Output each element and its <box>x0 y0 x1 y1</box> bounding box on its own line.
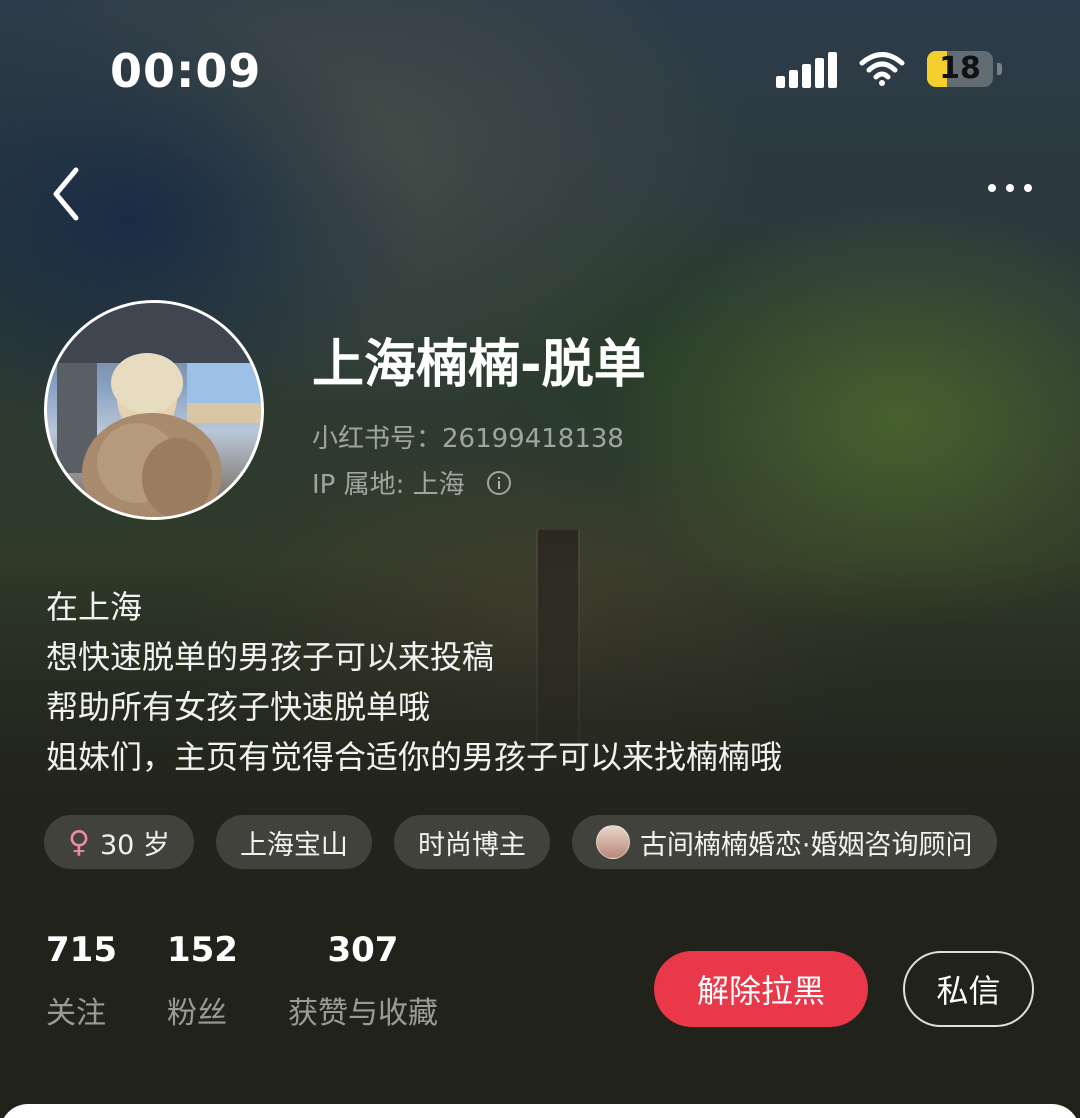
ip-location-text: IP 属地: 上海 <box>312 470 465 500</box>
content-sheet <box>0 1104 1080 1118</box>
stat-label: 获赞与收藏 <box>287 996 438 1031</box>
info-icon[interactable] <box>486 470 511 495</box>
ellipsis-dot <box>1024 184 1032 192</box>
nickname: 上海楠楠-脱单 <box>312 335 646 395</box>
signal-icon <box>776 50 837 88</box>
stat-followers[interactable]: 152 粉丝 <box>167 930 238 1032</box>
ip-location: IP 属地: 上海 <box>312 464 511 501</box>
stat-label: 粉丝 <box>166 996 227 1031</box>
stat-likes[interactable]: 307 获赞与收藏 <box>288 930 438 1032</box>
wifi-icon <box>859 52 905 86</box>
ellipsis-dot <box>1006 184 1014 192</box>
unblock-button[interactable]: 解除拉黑 <box>654 951 868 1027</box>
tag-label: 古间楠楠婚恋·婚姻咨询顾问 <box>639 829 973 861</box>
battery-level: 18 <box>939 51 981 86</box>
more-button[interactable] <box>988 184 1032 192</box>
avatar[interactable] <box>44 300 264 520</box>
message-button[interactable]: 私信 <box>903 951 1034 1027</box>
bio-line: 想快速脱单的男孩子可以来投稿 <box>46 638 495 676</box>
tag-label: 上海宝山 <box>239 829 348 861</box>
status-time: 00:09 <box>110 44 262 98</box>
avatar-image <box>47 303 261 517</box>
bio-line: 在上海 <box>46 588 143 626</box>
back-button[interactable] <box>46 164 90 224</box>
avatar <box>595 825 630 859</box>
tag-age[interactable]: ♀ 30 岁 <box>44 815 194 869</box>
stat-label: 关注 <box>46 996 106 1031</box>
stats: 715 关注 152 粉丝 307 获赞与收藏 <box>46 930 488 1032</box>
bio-line: 姐妹们，主页有觉得合适你的男孩子可以来找楠楠哦 <box>46 738 783 776</box>
tag-list: ♀ 30 岁 上海宝山 时尚博主 古间楠楠婚恋·婚姻咨询顾问 <box>44 815 997 869</box>
battery-nub <box>997 63 1002 75</box>
tag-occupation[interactable]: 时尚博主 <box>393 815 550 869</box>
chevron-left-icon <box>53 167 79 221</box>
user-id: 小红书号：26199418138 <box>312 418 624 455</box>
user-id-text: 小红书号：26199418138 <box>312 424 624 454</box>
battery-icon: 18 <box>927 51 993 87</box>
tag-label: 时尚博主 <box>417 829 526 861</box>
profile-screen: 00:09 18 上海楠楠-脱单 小红书号：26199418138 IP 属地:… <box>0 0 1080 1118</box>
status-icons: 18 <box>776 50 1002 88</box>
stat-value: 307 <box>327 930 399 970</box>
ellipsis-icon <box>988 184 996 192</box>
stat-following[interactable]: 715 关注 <box>46 930 117 1032</box>
tag-location[interactable]: 上海宝山 <box>215 815 372 869</box>
bio-line: 帮助所有女孩子快速脱单哦 <box>46 688 431 726</box>
female-icon: ♀ <box>68 824 90 860</box>
tag-label: 30 岁 <box>99 829 170 861</box>
stat-value: 152 <box>166 930 238 970</box>
tag-business[interactable]: 古间楠楠婚恋·婚姻咨询顾问 <box>571 815 997 869</box>
stat-value: 715 <box>46 930 117 970</box>
bio: 在上海 想快速脱单的男孩子可以来投稿 帮助所有女孩子快速脱单哦 姐妹们，主页有觉… <box>46 582 782 782</box>
